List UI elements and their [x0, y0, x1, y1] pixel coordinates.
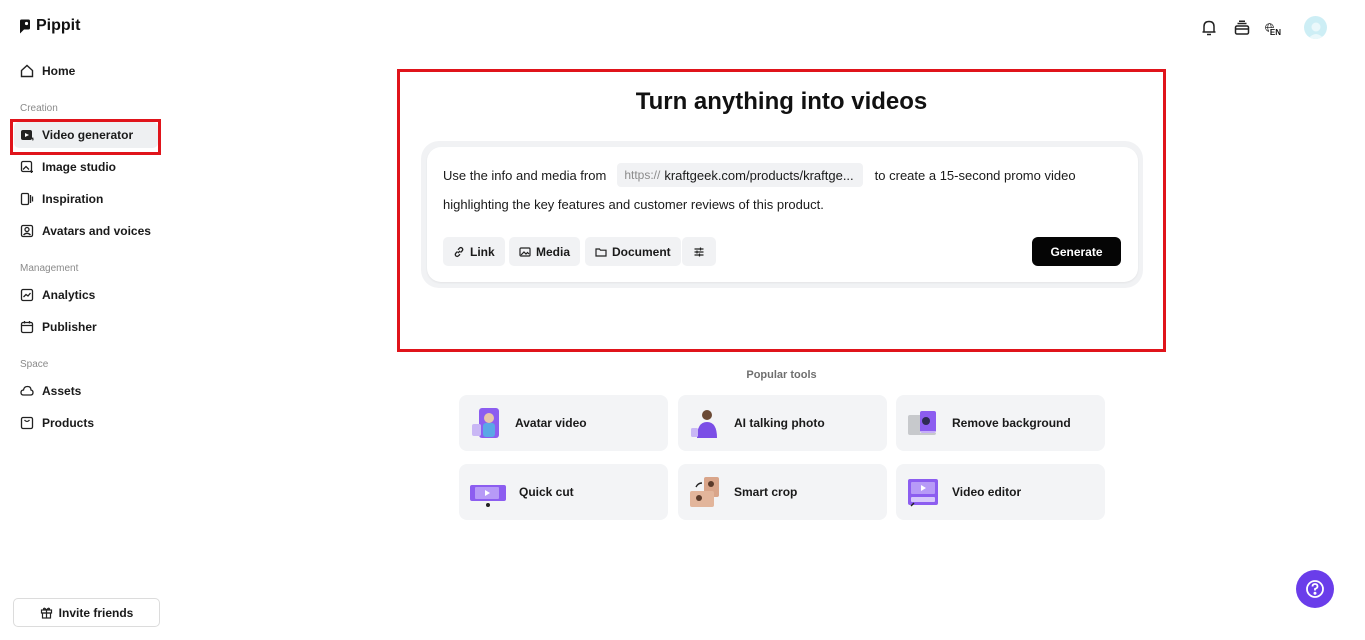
section-label-creation: Creation — [20, 103, 58, 114]
prompt-text-after: to create a 15-second promo video — [874, 167, 1076, 183]
link-button-label: Link — [470, 244, 495, 259]
tool-label: Quick cut — [519, 485, 574, 499]
prompt-text-line-2[interactable]: highlighting the key features and custom… — [443, 197, 824, 212]
tool-ai-talking-photo[interactable]: AI talking photo — [678, 395, 887, 451]
media-button-label: Media — [536, 244, 571, 259]
url-host: kraftgeek.com/products/kraftge... — [664, 167, 854, 183]
subscription-button[interactable] — [1232, 17, 1252, 39]
popular-tools-label: Popular tools — [746, 369, 817, 381]
prompt-text-line-1[interactable]: Use the info and media from https:// kra… — [443, 163, 1076, 187]
gift-icon — [40, 607, 52, 619]
cloud-icon — [20, 385, 34, 396]
tool-label: Smart crop — [734, 485, 798, 499]
generate-button[interactable]: Generate — [1032, 237, 1121, 266]
highlight-outline-video-generator — [10, 119, 161, 155]
video-editor-thumbnail — [906, 475, 940, 509]
sidebar-item-label: Assets — [42, 384, 82, 398]
sidebar-item-assets[interactable]: Assets — [14, 378, 158, 404]
document-button-label: Document — [612, 244, 671, 259]
inspiration-icon — [20, 192, 34, 206]
remove-background-thumbnail — [906, 406, 940, 440]
sidebar: Pippit Home Creation Video generator Ima… — [0, 0, 172, 640]
notification-button[interactable] — [1199, 17, 1219, 39]
sidebar-item-label: Analytics — [42, 288, 96, 302]
tool-smart-crop[interactable]: Smart crop — [678, 464, 887, 520]
avatar-video-thumbnail — [469, 406, 503, 440]
link-icon — [454, 246, 464, 257]
sliders-icon — [694, 247, 704, 256]
url-protocol: https:// — [624, 168, 661, 182]
hero-title: Turn anything into videos — [635, 88, 928, 115]
sidebar-item-products[interactable]: Products — [14, 410, 158, 436]
tool-avatar-video[interactable]: Avatar video — [459, 395, 668, 451]
document-button[interactable]: Document — [585, 237, 681, 266]
tool-label: Remove background — [952, 416, 1071, 430]
sidebar-item-label: Publisher — [42, 320, 97, 334]
sidebar-item-avatars-voices[interactable]: Avatars and voices — [14, 218, 158, 244]
tool-label: AI talking photo — [734, 416, 825, 430]
language-code: EN — [1268, 28, 1282, 37]
home-icon — [20, 64, 34, 78]
bell-icon — [1202, 20, 1216, 35]
sidebar-item-label: Avatars and voices — [42, 224, 151, 238]
tool-remove-background[interactable]: Remove background — [896, 395, 1105, 451]
sidebar-item-label: Image studio — [42, 160, 117, 174]
section-label-management: Management — [20, 263, 79, 274]
help-icon — [1306, 580, 1324, 598]
section-label-space: Space — [20, 359, 49, 370]
analytics-icon — [20, 288, 34, 302]
tool-video-editor[interactable]: Video editor — [896, 464, 1105, 520]
image-icon — [519, 246, 531, 257]
link-button[interactable]: Link — [443, 237, 505, 266]
user-avatar[interactable] — [1304, 16, 1327, 39]
pippit-logo-icon — [20, 19, 30, 33]
folder-icon — [595, 247, 607, 257]
sidebar-item-inspiration[interactable]: Inspiration — [14, 186, 158, 212]
settings-button[interactable] — [682, 237, 716, 266]
sidebar-item-label: Products — [42, 416, 95, 430]
tool-quick-cut[interactable]: Quick cut — [459, 464, 668, 520]
sidebar-item-analytics[interactable]: Analytics — [14, 282, 158, 308]
app-name: Pippit — [36, 17, 81, 34]
quick-cut-thumbnail — [469, 475, 507, 509]
product-box-icon — [20, 416, 34, 430]
user-icon — [1307, 22, 1324, 39]
image-studio-icon — [20, 160, 33, 173]
sidebar-item-image-studio[interactable]: Image studio — [14, 154, 158, 180]
sidebar-item-label: Home — [42, 64, 76, 78]
smart-crop-thumbnail — [688, 475, 722, 509]
media-button[interactable]: Media — [509, 237, 581, 266]
invite-friends-button[interactable]: Invite friends — [13, 598, 160, 627]
prompt-text-before: Use the info and media from — [443, 167, 607, 183]
calendar-icon — [20, 321, 34, 334]
layers-icon — [1234, 19, 1250, 35]
language-button[interactable]: EN — [1265, 17, 1291, 39]
tool-label: Video editor — [952, 485, 1022, 499]
invite-friends-label: Invite friends — [58, 605, 134, 620]
help-button[interactable] — [1296, 570, 1334, 608]
app-logo[interactable]: Pippit — [19, 17, 80, 35]
topbar-actions: EN — [1199, 16, 1327, 39]
ai-talking-photo-thumbnail — [688, 406, 722, 440]
sidebar-item-publisher[interactable]: Publisher — [14, 314, 158, 340]
sidebar-item-label: Inspiration — [42, 192, 104, 206]
url-chip[interactable]: https:// kraftgeek.com/products/kraftge.… — [617, 163, 863, 187]
avatar-icon — [20, 224, 34, 238]
sidebar-item-home[interactable]: Home — [14, 58, 158, 84]
tool-label: Avatar video — [515, 416, 587, 430]
